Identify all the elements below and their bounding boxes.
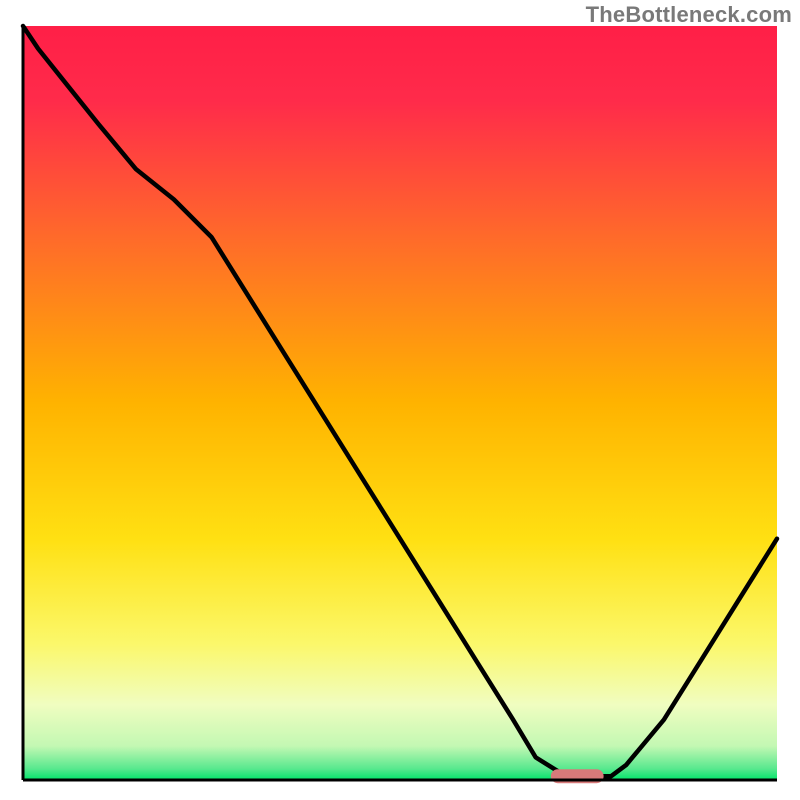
plot-background bbox=[23, 26, 777, 780]
bottleneck-chart bbox=[0, 0, 800, 800]
watermark-text: TheBottleneck.com bbox=[586, 2, 792, 28]
